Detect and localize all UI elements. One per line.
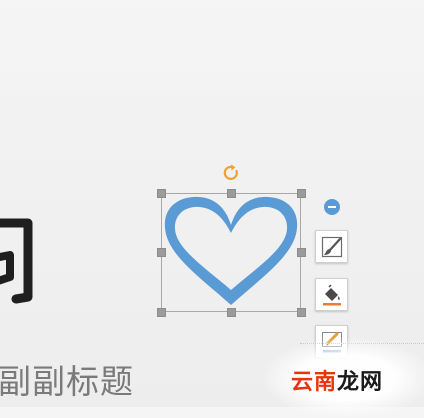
paint-bucket-fill-icon [323, 284, 341, 306]
watermark-part2: 龙网 [337, 370, 384, 395]
brush-style-icon [321, 236, 343, 258]
slide-canvas[interactable]: 副副标题 云南龙网 [0, 0, 424, 418]
resize-handle-top[interactable] [227, 189, 236, 198]
resize-handle-top-left[interactable] [157, 189, 166, 198]
watermark-logo: 云南龙网 [291, 364, 383, 396]
selection-box [161, 193, 301, 312]
rotate-icon[interactable] [221, 163, 241, 183]
watermark-part1: 云南 [291, 370, 338, 395]
resize-handle-left[interactable] [157, 248, 166, 257]
resize-handle-bottom[interactable] [227, 308, 236, 317]
resize-handle-bottom-right[interactable] [297, 308, 306, 317]
resize-handle-top-right[interactable] [297, 189, 306, 198]
title-text-fragment [0, 218, 33, 304]
shape-style-button[interactable] [315, 230, 348, 263]
subtitle-placeholder[interactable]: 副副标题 [0, 355, 134, 403]
resize-handle-bottom-left[interactable] [157, 308, 166, 317]
minus-circle-icon[interactable] [324, 199, 340, 215]
shape-fill-button[interactable] [315, 278, 348, 311]
resize-handle-right[interactable] [297, 248, 306, 257]
